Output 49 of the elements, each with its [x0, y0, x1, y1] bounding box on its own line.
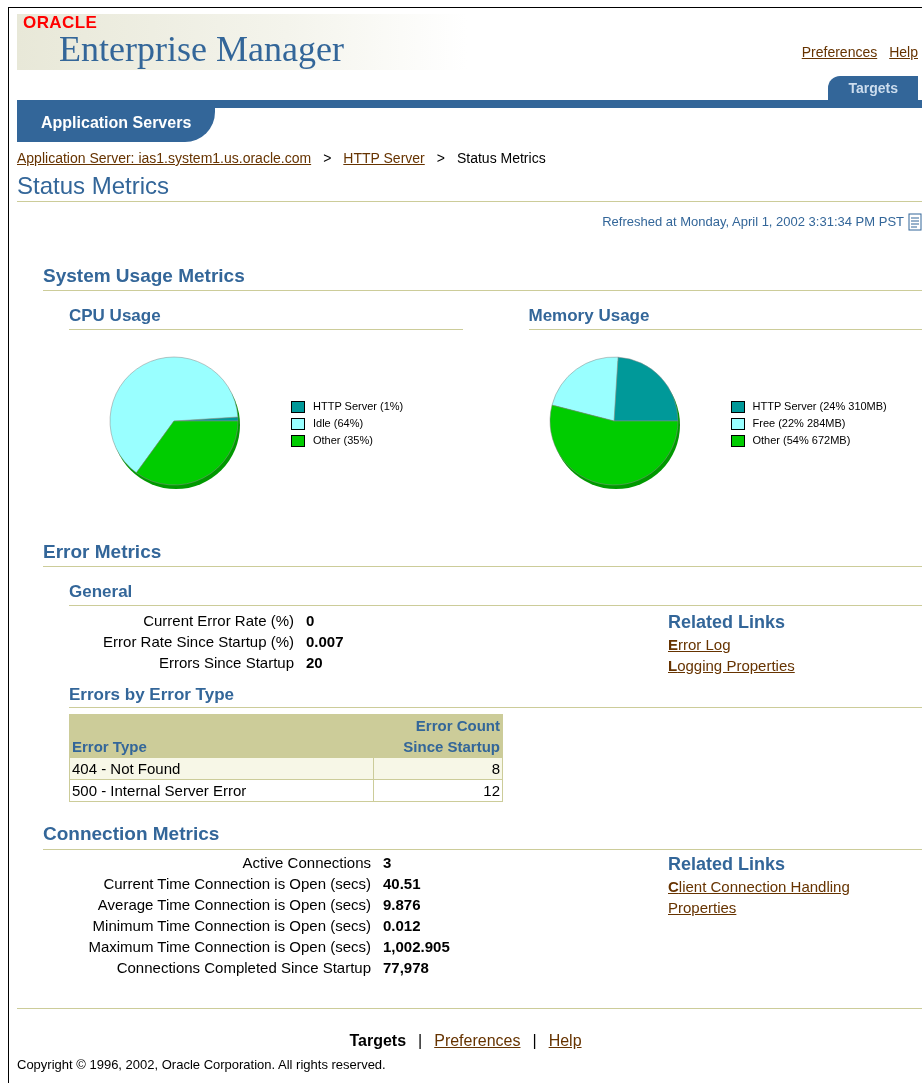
- breadcrumb-separator: >: [435, 149, 446, 168]
- metric-label: Connections Completed Since Startup: [115, 957, 371, 978]
- metric-value: 1,002.905: [383, 936, 450, 957]
- metric-label: Current Error Rate (%): [142, 610, 294, 631]
- metric-value: 0.012: [383, 915, 421, 936]
- section-heading: System Usage Metrics: [43, 263, 246, 288]
- metric-label: Average Time Connection is Open (secs): [96, 894, 371, 915]
- metric-label: Minimum Time Connection is Open (secs): [91, 915, 371, 936]
- refresh-timestamp: Refreshed at Monday, April 1, 2002 3:31:34 PM PST: [602, 213, 904, 231]
- product-name: Enterprise Manager: [58, 31, 345, 67]
- column-header: Error Count Since Startup: [373, 714, 503, 758]
- copyright-text: Copyright © 1996, 2002, Oracle Corporation. All rights reserved.: [17, 1055, 387, 1074]
- legend-label: HTTP Server (1%): [313, 399, 404, 414]
- table-cell: 404 - Not Found: [69, 757, 374, 780]
- subsection-heading: Errors by Error Type: [69, 683, 236, 706]
- section-heading: Connection Metrics: [43, 822, 221, 846]
- metric-label: Current Time Connection is Open (secs): [102, 873, 371, 894]
- breadcrumb-current: Status Metrics: [456, 149, 546, 168]
- footer-separator: |: [418, 1030, 423, 1051]
- metric-label: Errors Since Startup: [157, 652, 294, 673]
- table-cell: 12: [373, 779, 503, 802]
- metric-value: 0.007: [306, 631, 344, 652]
- subsection-heading: General: [69, 581, 134, 603]
- footer-separator: |: [532, 1030, 537, 1051]
- legend-label: Idle (64%): [313, 416, 364, 431]
- metric-label: Error Rate Since Startup (%): [102, 631, 294, 652]
- legend-label: Other (54% 672MB): [752, 433, 851, 448]
- legend-label: Free (22% 284MB): [752, 416, 846, 431]
- page-title: Status Metrics: [17, 171, 171, 201]
- subsection-heading: CPU Usage: [69, 305, 162, 327]
- metric-value: 0: [306, 610, 315, 631]
- subsection-heading: Memory Usage: [528, 305, 651, 327]
- related-links-heading: Related Links: [668, 852, 787, 876]
- section-heading: Error Metrics: [43, 539, 163, 564]
- related-links-heading: Related Links: [668, 610, 787, 634]
- metric-value: 3: [383, 852, 392, 873]
- metric-value: 20: [306, 652, 323, 673]
- metric-label: Active Connections: [241, 852, 371, 873]
- metric-value: 77,978: [383, 957, 429, 978]
- breadcrumb-separator: >: [322, 149, 333, 168]
- column-header: Error Type: [69, 714, 374, 758]
- legend-label: HTTP Server (24% 310MB): [752, 399, 887, 414]
- metric-value: 9.876: [383, 894, 421, 915]
- brand-logo: ORACLE: [23, 14, 99, 31]
- table-cell: 8: [373, 757, 503, 780]
- metric-label: Maximum Time Connection is Open (secs): [87, 936, 371, 957]
- legend-label: Other (35%): [313, 433, 373, 448]
- table-cell: 500 - Internal Server Error: [69, 779, 374, 802]
- metric-value: 40.51: [383, 873, 421, 894]
